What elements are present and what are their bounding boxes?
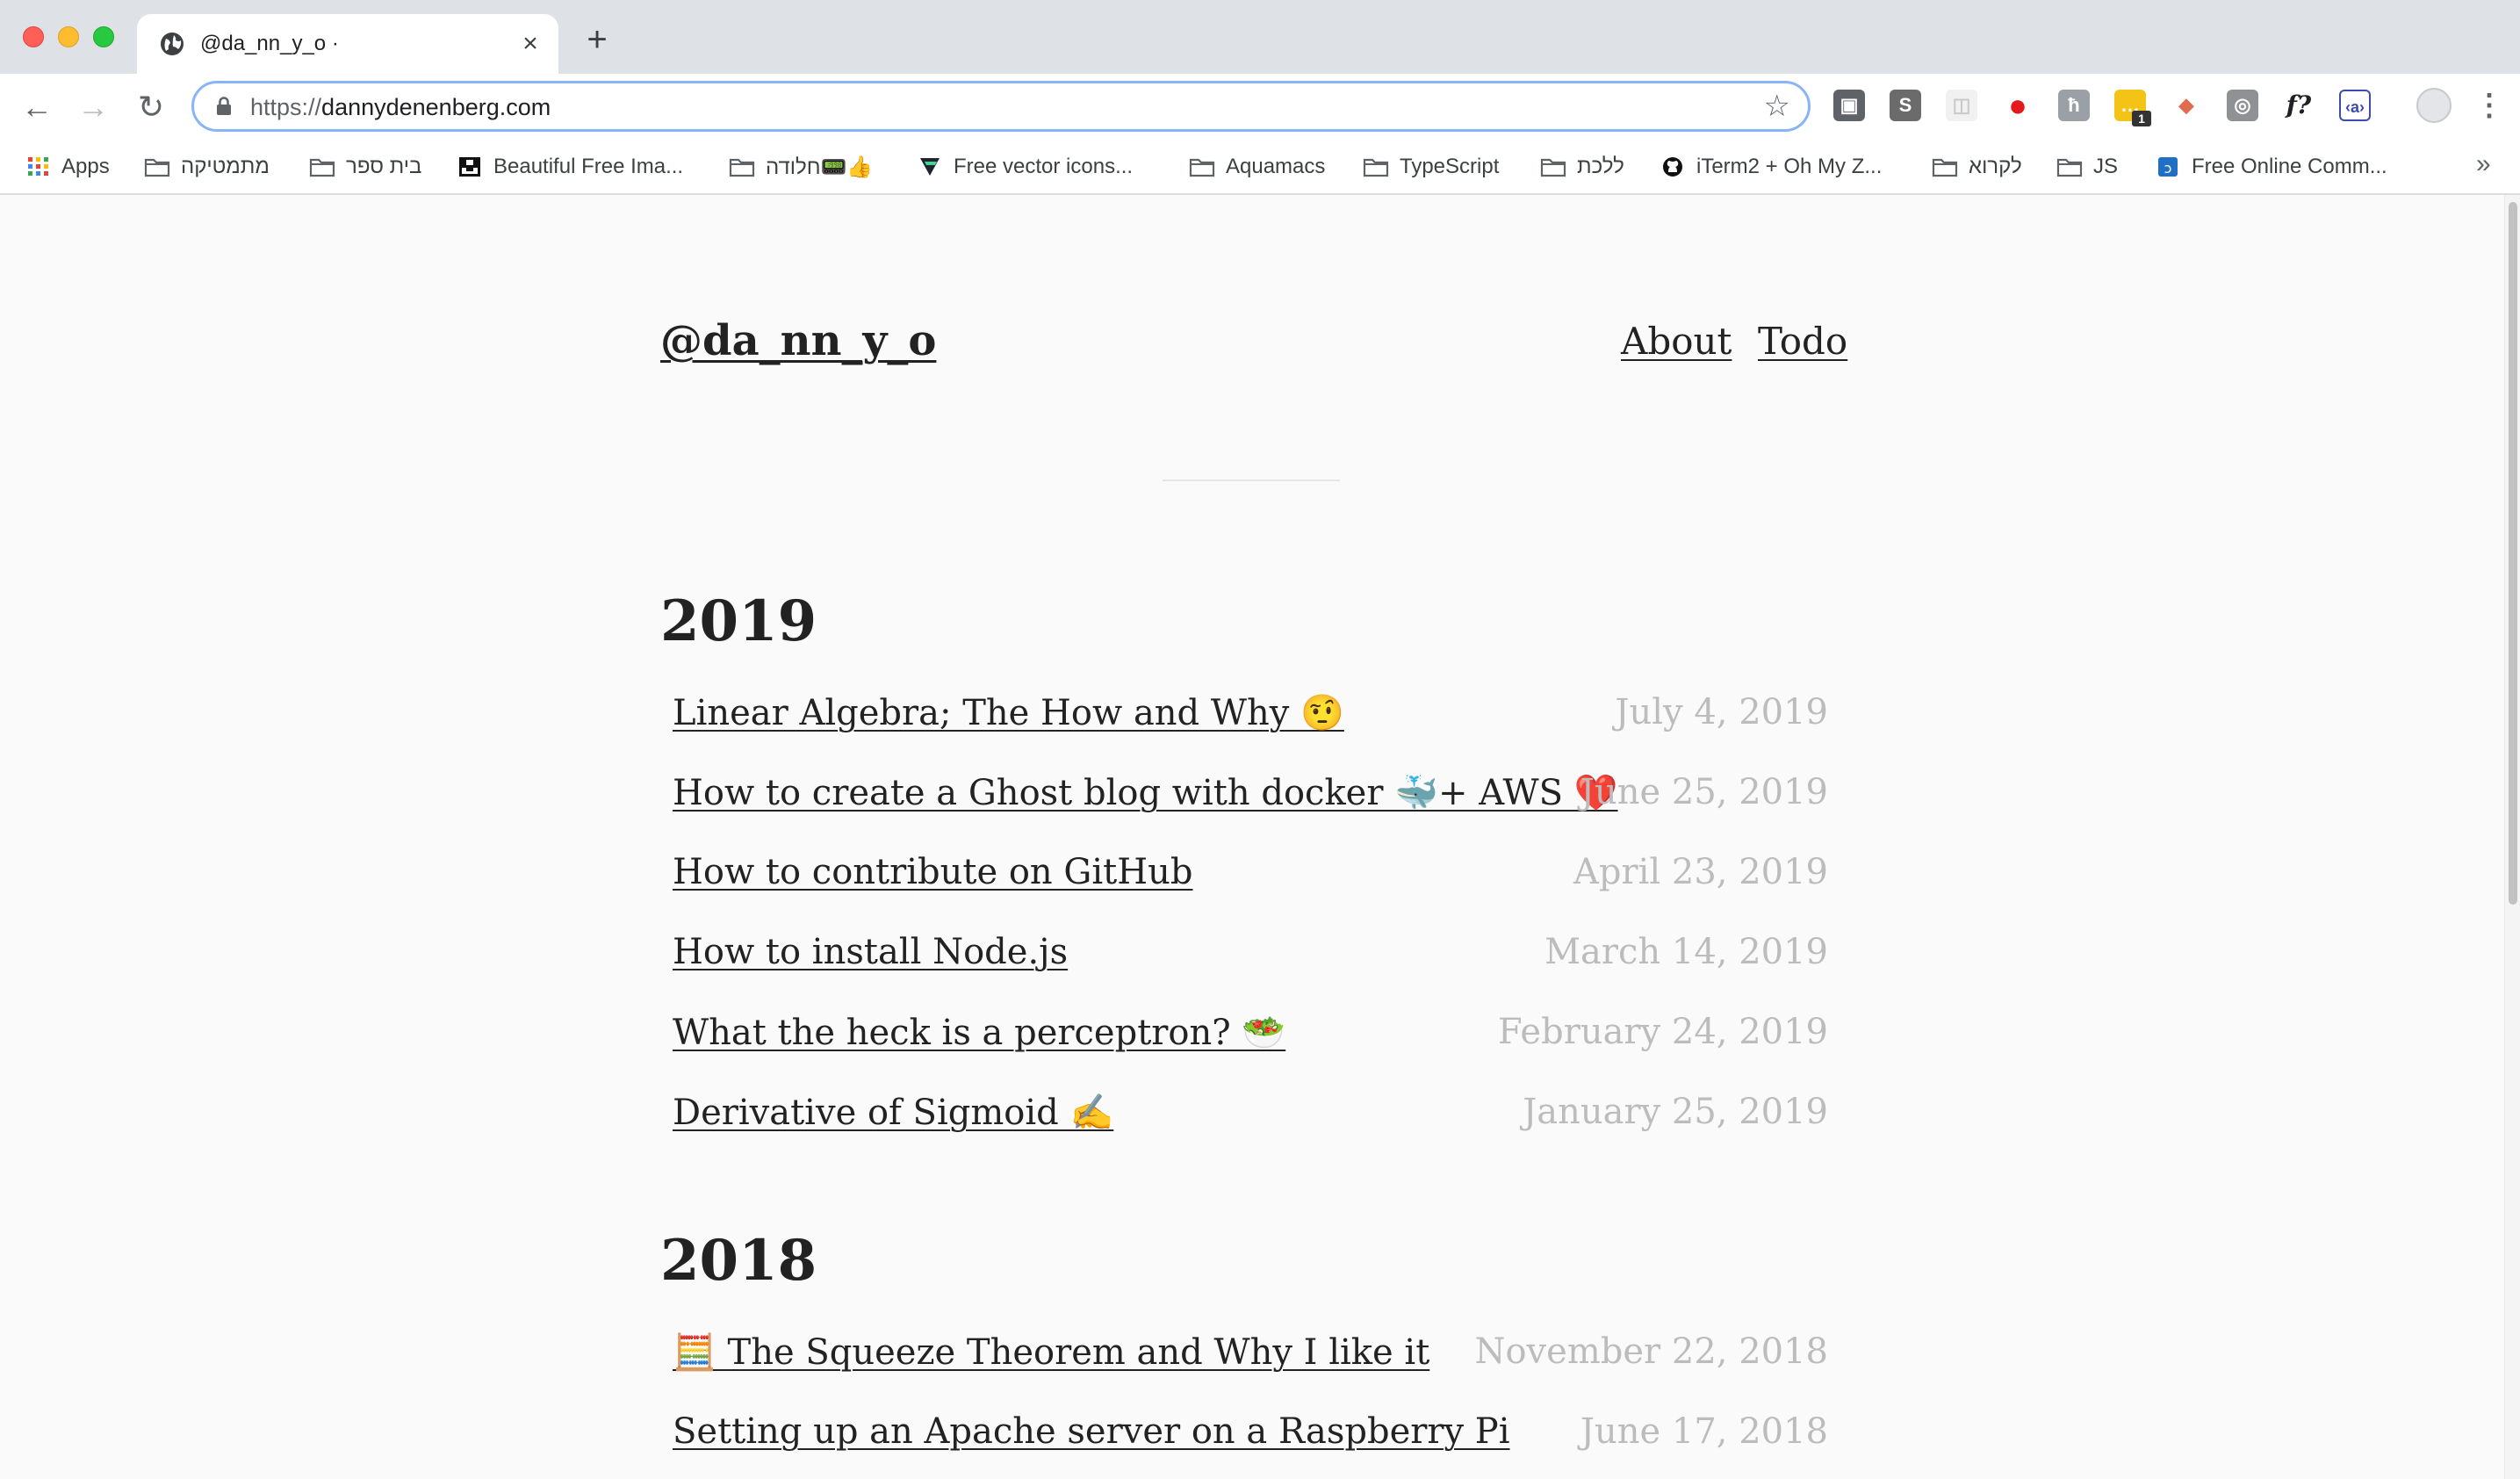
ext-messages-icon[interactable]: … 1 <box>2114 90 2151 126</box>
scrollbar-thumb[interactable] <box>2509 202 2517 905</box>
extension-badge: 1 <box>2132 111 2151 126</box>
tab-active[interactable]: @da_nn_y_o · × <box>137 14 558 74</box>
apps-grid-icon <box>25 156 51 177</box>
ext-function-icon[interactable]: f? <box>2283 90 2315 121</box>
post-link[interactable]: 🧮 The Squeeze Theorem and Why I like it <box>673 1331 1429 1373</box>
unsplash-icon <box>457 156 483 177</box>
menu-icon[interactable]: ⋮ <box>2474 88 2504 123</box>
bookmark-item[interactable]: Free vector icons... <box>917 151 1133 183</box>
folder-icon <box>1189 156 1215 177</box>
flaticon-icon <box>917 156 943 177</box>
post-link[interactable]: How to contribute on GitHub <box>673 852 1192 892</box>
close-tab-icon[interactable]: × <box>518 31 543 57</box>
bookmark-label: iTerm2 + Oh My Z... <box>1696 155 1883 178</box>
post-link[interactable]: Setting up an Apache server on a Raspber… <box>673 1411 1510 1452</box>
url-text: https://dannydenenberg.com <box>250 94 551 120</box>
bookmark-item[interactable]: JS <box>2056 151 2118 183</box>
bookmark-label: Beautiful Free Ima... <box>493 155 684 178</box>
globe-icon <box>161 32 184 55</box>
bookmark-label: TypeScript <box>1400 155 1500 178</box>
ext-code-icon[interactable]: ‹a› <box>2339 90 2371 121</box>
bookmark-item[interactable]: ללכת <box>1540 151 1624 183</box>
lock-icon <box>217 97 231 115</box>
folder-icon <box>144 156 170 177</box>
ext-camera-icon[interactable]: ▣ <box>1833 90 1865 121</box>
post-date: November 22, 2018 <box>1474 1331 1828 1372</box>
post-link[interactable]: How to create a Ghost blog with docker 🐳… <box>673 772 1618 813</box>
post-date: June 17, 2018 <box>1580 1411 1828 1452</box>
bookmark-item[interactable]: מתמטיקה <box>144 151 270 183</box>
folder-icon <box>1540 156 1566 177</box>
bookmark-label: Aquamacs <box>1226 155 1326 178</box>
tab-title: @da_nn_y_o · <box>200 32 339 55</box>
tab-strip: @da_nn_y_o · × + <box>0 0 2520 74</box>
ext-diamond-icon[interactable]: ◆ <box>2171 90 2202 121</box>
bookmark-label: מתמטיקה <box>181 155 270 178</box>
bookmark-label: חלודה📟👍 <box>766 155 874 179</box>
post-date: March 14, 2019 <box>1544 932 1828 972</box>
bookmark-item[interactable]: בית ספר <box>309 151 421 183</box>
post-link[interactable]: Linear Algebra; The How and Why 🤨 <box>673 692 1344 733</box>
folder-icon <box>309 156 335 177</box>
bookmark-label: Apps <box>61 155 110 178</box>
github-icon <box>1660 156 1686 177</box>
folder-icon <box>1363 156 1389 177</box>
bookmark-item[interactable]: חלודה📟👍 <box>729 151 873 183</box>
bookmark-item[interactable]: ɔ Free Online Comm... <box>2155 151 2387 183</box>
bookmark-item[interactable]: TypeScript <box>1363 151 1499 183</box>
bookmark-item[interactable]: Apps <box>25 151 110 183</box>
bookmark-label: Free Online Comm... <box>2192 155 2387 178</box>
profile-avatar[interactable] <box>2416 88 2452 123</box>
nav-about-link[interactable]: About <box>1621 320 1732 363</box>
minimize-window-button[interactable] <box>58 26 79 47</box>
zoom-window-button[interactable] <box>93 26 114 47</box>
folder-icon <box>2056 156 2083 177</box>
ext-grid-icon[interactable]: ◫ <box>1946 90 1977 121</box>
header-divider <box>1163 480 1340 481</box>
bookmark-label: JS <box>2093 155 2119 178</box>
bookmark-star-icon[interactable]: ☆ <box>1764 90 1790 122</box>
bookmark-label: Free vector icons... <box>954 155 1134 178</box>
reload-button[interactable]: ↻ <box>133 90 169 125</box>
post-date: July 4, 2019 <box>1615 692 1828 732</box>
bookmark-label: ללכת <box>1577 155 1624 178</box>
bookmark-item[interactable]: iTerm2 + Oh My Z... <box>1660 151 1882 183</box>
post-date: January 25, 2019 <box>1523 1092 1828 1132</box>
post-date: February 24, 2019 <box>1497 1012 1828 1052</box>
post-link[interactable]: How to install Node.js <box>673 932 1068 972</box>
bookmark-label: לקרוא <box>1969 155 2022 178</box>
browser-toolbar: ← → ↻ https://dannydenenberg.com ☆ ⋮ ▣ S ◫… <box>0 74 2520 141</box>
commons-icon: ɔ <box>2155 156 2181 177</box>
more-bookmarks-icon[interactable]: » <box>2476 149 2491 179</box>
post-link[interactable]: What the heck is a perceptron? 🥗 <box>673 1012 1285 1053</box>
svg-text:ɔ: ɔ <box>2164 160 2172 177</box>
bookmark-item[interactable]: Beautiful Free Ima... <box>457 151 683 183</box>
page-scrollbar[interactable] <box>2504 195 2520 1479</box>
nav-todo-link[interactable]: Todo <box>1758 320 1847 363</box>
page-content: @da_nn_y_o About Todo 2019 Linear Algebra… <box>0 195 2504 1479</box>
ext-h-icon[interactable]: ħ <box>2058 90 2090 121</box>
year-heading: 2018 <box>660 1228 817 1294</box>
close-window-button[interactable] <box>23 26 44 47</box>
bookmark-label: בית ספר <box>346 155 422 178</box>
folder-icon <box>1932 156 1958 177</box>
forward-button[interactable]: → <box>76 90 111 125</box>
bookmark-item[interactable]: Aquamacs <box>1189 151 1325 183</box>
year-heading: 2019 <box>660 588 817 654</box>
folder-icon <box>729 156 755 177</box>
address-bar[interactable]: https://dannydenenberg.com ☆ <box>191 81 1811 132</box>
ext-square-icon[interactable]: ◎ <box>2227 90 2258 121</box>
back-button[interactable]: ← <box>19 90 54 125</box>
bookmark-item[interactable]: לקרוא <box>1932 151 2022 183</box>
ext-adblock-icon[interactable]: ● <box>2002 90 2034 121</box>
post-link[interactable]: Derivative of Sigmoid ✍️ <box>673 1092 1113 1133</box>
post-date: April 23, 2019 <box>1573 852 1828 892</box>
post-date: June 25, 2019 <box>1580 772 1828 812</box>
site-title-link[interactable]: @da_nn_y_o <box>660 316 936 365</box>
ext-s-icon[interactable]: S <box>1890 90 1921 121</box>
bookmarks-bar: » Apps מתמטיקה בית ספר Beautiful Free Ima..… <box>0 141 2520 195</box>
new-tab-button[interactable]: + <box>583 22 611 57</box>
